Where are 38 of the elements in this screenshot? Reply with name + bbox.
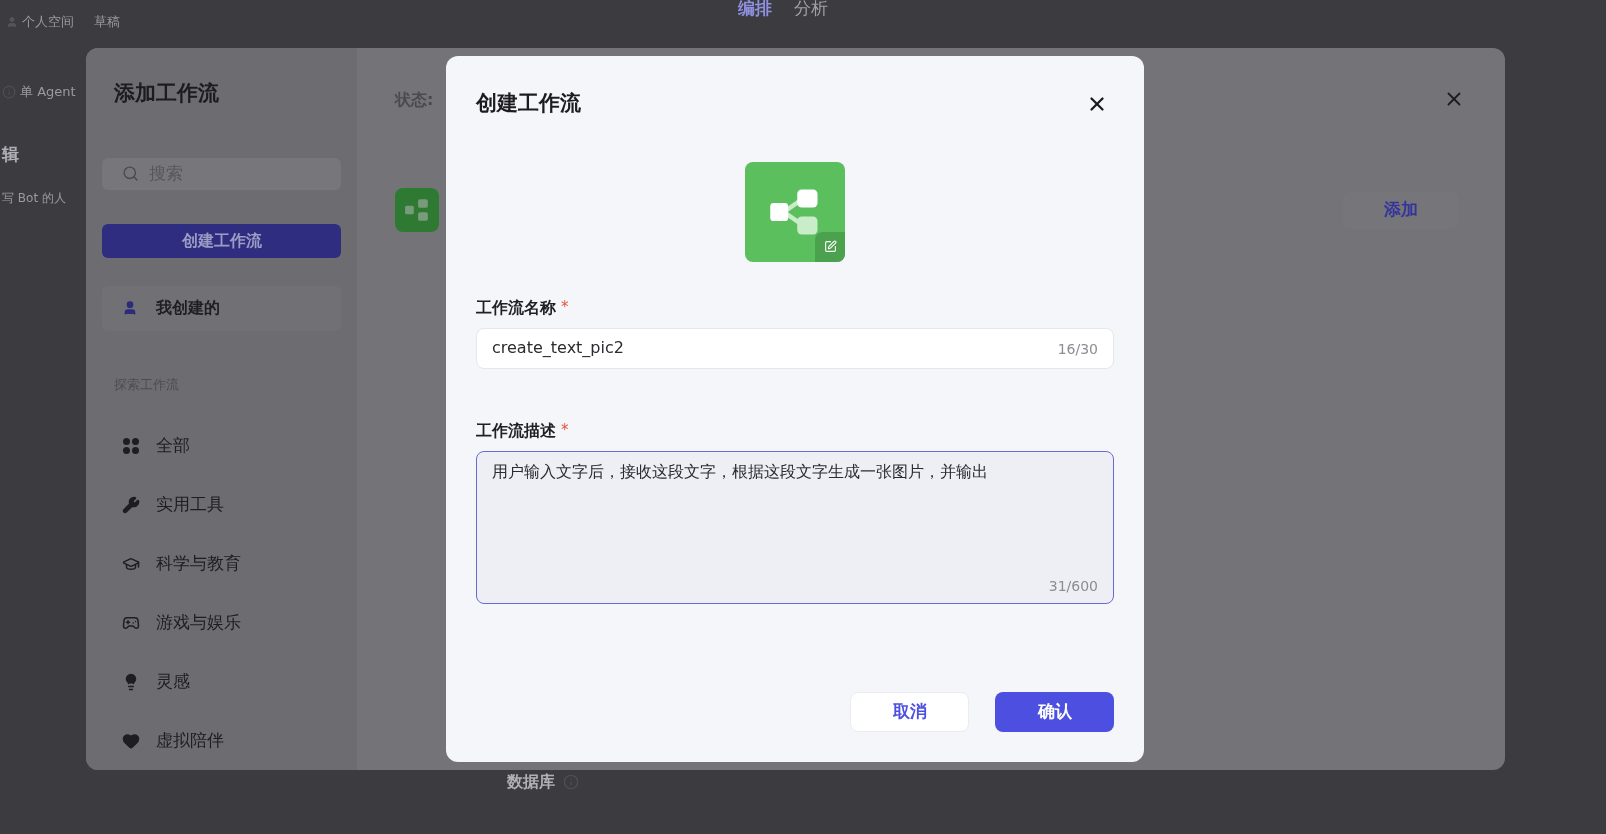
required-mark: *: [561, 297, 569, 319]
name-input-field[interactable]: create_text_pic2 16/30: [476, 327, 1114, 369]
character-counter: 16/30: [1057, 339, 1098, 359]
cancel-button[interactable]: 取消: [850, 692, 969, 732]
category-item[interactable]: 虚拟陪伴: [102, 711, 341, 770]
heart-icon: [122, 731, 140, 750]
draft-status: 草稿: [94, 13, 120, 31]
breadcrumb[interactable]: 个人空间: [22, 12, 74, 32]
page-tab[interactable]: 分析: [794, 0, 828, 22]
category-item[interactable]: 实用工具: [102, 475, 341, 534]
section-title: 辑: [2, 142, 19, 166]
category-item[interactable]: 科学与教育: [102, 534, 341, 593]
category-item[interactable]: 游戏与娱乐: [102, 593, 341, 652]
sidebar-item[interactable]: 我创建的: [102, 285, 341, 331]
dialog-title: 添加工作流: [113, 80, 220, 107]
confirm-button[interactable]: 确认: [995, 692, 1114, 732]
workflow-avatar[interactable]: [745, 161, 845, 262]
modal-title: 创建工作流: [476, 90, 581, 117]
field-label: 工作流名称: [476, 296, 556, 319]
four-dots-icon: [122, 436, 140, 455]
field-label: 工作流描述: [476, 419, 556, 442]
person-icon: [122, 300, 138, 317]
page-tab[interactable]: 编排: [738, 0, 772, 22]
section-hint: 写 Bot 的人: [2, 190, 66, 207]
create-workflow-button[interactable]: 创建工作流: [102, 224, 341, 258]
search-icon: [122, 165, 139, 183]
section-title: 数据库: [507, 771, 555, 793]
description-field[interactable]: 用户输入文字后，接收这段文字，根据这段文字生成一张图片，并输出 31/600: [476, 450, 1114, 604]
agent-mode[interactable]: 单 Agent: [20, 82, 76, 102]
character-counter: 31/600: [1048, 576, 1098, 596]
required-mark: *: [561, 420, 569, 442]
person-icon: [6, 15, 18, 28]
category-item[interactable]: 全部: [102, 416, 341, 475]
workflow-tile-icon: [395, 188, 439, 232]
category-item[interactable]: 灵感: [102, 652, 341, 711]
edit-badge[interactable]: [815, 231, 845, 262]
edit-icon: [823, 240, 837, 253]
wrench-icon: [122, 495, 140, 514]
